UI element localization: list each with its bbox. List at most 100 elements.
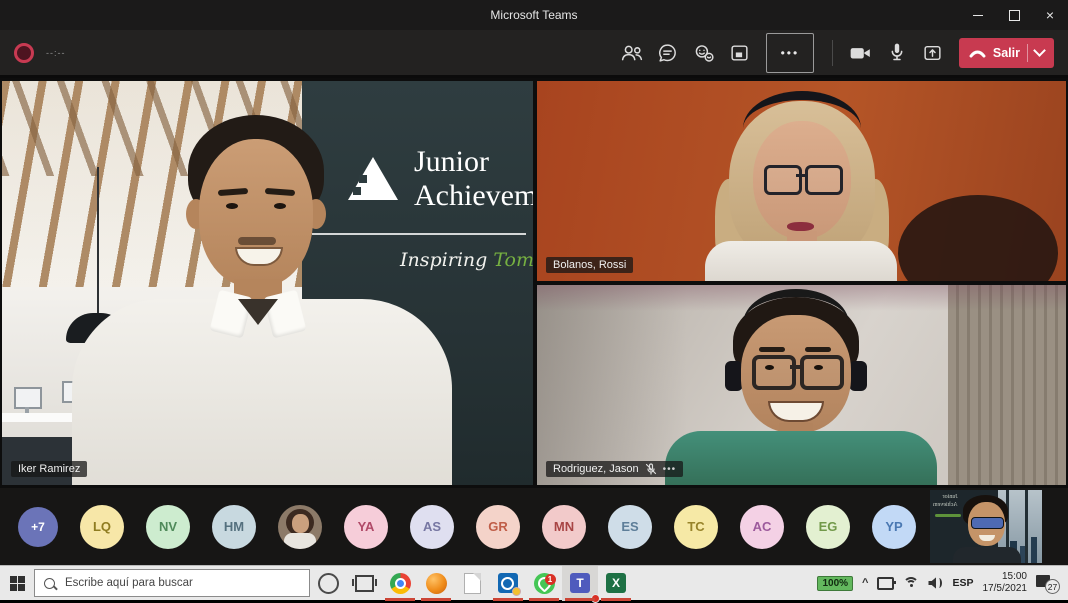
participant-name-tag: Rodriguez, Jason ••• (546, 461, 683, 477)
wifi-icon[interactable] (903, 577, 919, 589)
video-stage: Junior Achievement Inspiring Tomorrow Ik… (0, 78, 1068, 488)
mirrored-tagline-mark (935, 514, 961, 517)
search-icon (44, 578, 55, 589)
recording-indicator-icon (14, 43, 34, 63)
maximize-button[interactable] (996, 0, 1032, 30)
window-mullion (1025, 490, 1028, 563)
leave-call-divider (1027, 44, 1028, 62)
banner-tagline: Inspiring Tomorrow (400, 249, 533, 271)
popout-window-button[interactable] (722, 35, 758, 71)
participant-avatar[interactable]: AC (740, 505, 784, 549)
chevron-down-icon[interactable] (1033, 44, 1046, 57)
person-eye (226, 203, 238, 209)
whatsapp-icon: 1 (534, 573, 555, 594)
tray-time: 15:00 (1002, 571, 1027, 582)
leave-call-label: Salir (993, 46, 1020, 60)
tile-more-icon[interactable]: ••• (663, 464, 677, 475)
microphone-icon (887, 42, 907, 63)
microphone-button[interactable] (879, 35, 915, 71)
person-shirt (953, 547, 1021, 563)
taskbar-teams[interactable]: T (562, 566, 598, 601)
share-screen-icon (922, 43, 943, 63)
participant-avatar[interactable]: YA (344, 505, 388, 549)
participants-icon (621, 43, 643, 63)
office-chair (898, 195, 1058, 281)
taskbar-search[interactable] (34, 569, 310, 597)
tagline-white: Inspiring (400, 249, 493, 271)
chrome-icon (390, 573, 411, 594)
outlook-icon (498, 573, 518, 593)
action-center-button[interactable]: 27 (1036, 573, 1058, 593)
overflow-participants-badge[interactable]: +7 (18, 507, 58, 547)
participant-avatar[interactable]: NV (146, 505, 190, 549)
glasses-lens (800, 355, 844, 390)
glasses-bridge (796, 174, 806, 177)
whatsapp-badge: 1 (545, 574, 556, 585)
participant-name-tag: Iker Ramirez (11, 461, 87, 477)
task-view-button[interactable] (346, 566, 382, 601)
share-screen-button[interactable] (915, 35, 951, 71)
chat-button[interactable] (650, 35, 686, 71)
start-button[interactable] (0, 566, 34, 600)
logo-notch (353, 187, 361, 195)
camera-button[interactable] (843, 35, 879, 71)
participant-avatar[interactable]: ES (608, 505, 652, 549)
leave-call-button[interactable]: Salir (959, 38, 1054, 68)
taskbar-excel[interactable]: X (598, 566, 634, 601)
participant-avatar[interactable]: TC (674, 505, 718, 549)
cortana-button[interactable] (310, 566, 346, 601)
power-icon[interactable] (877, 577, 894, 590)
person-shirt (665, 431, 937, 485)
taskbar-firefox[interactable] (418, 566, 454, 601)
minimize-button[interactable] (960, 0, 996, 30)
volume-icon[interactable] (928, 577, 943, 589)
window-title: Microsoft Teams (0, 8, 1068, 22)
participant-name-tag: Bolanos, Rossi (546, 257, 633, 273)
person-shirt (72, 299, 452, 485)
more-actions-button[interactable]: ••• (766, 33, 814, 73)
banner-divider (312, 233, 526, 235)
participant-avatar-photo[interactable] (278, 505, 322, 549)
search-input[interactable] (63, 576, 300, 590)
glasses-lens (764, 165, 802, 195)
mirrored-line: Achievem (933, 501, 958, 509)
mic-muted-icon (645, 463, 657, 475)
app-running-indicator (385, 598, 415, 601)
video-tile-iker[interactable]: Junior Achievement Inspiring Tomorrow Ik… (2, 81, 533, 485)
video-tile-jason[interactable]: Rodriguez, Jason ••• (537, 285, 1066, 485)
taskbar-outlook[interactable] (490, 566, 526, 601)
tray-date: 17/5/2021 (983, 583, 1028, 594)
hidden-icons-chevron[interactable]: ^ (862, 577, 868, 589)
participant-avatar[interactable]: AS (410, 505, 454, 549)
participant-avatar[interactable]: YP (872, 505, 916, 549)
person-eye (814, 365, 823, 370)
windows-taskbar: 1 T X 100% ^ ESP 15:00 17/5/2021 27 (0, 565, 1068, 600)
battery-indicator[interactable]: 100% (817, 576, 853, 591)
notification-badge: 27 (1045, 579, 1060, 594)
banner-text-junior: Junior (414, 147, 489, 177)
banner-text-achievement: Achievement (414, 181, 533, 211)
toolbar-actions: ••• Salir (614, 33, 1054, 73)
avatar-face (292, 514, 309, 533)
taskbar-document[interactable] (454, 566, 490, 601)
close-button[interactable]: × (1032, 0, 1068, 30)
app-running-indicator (493, 598, 523, 601)
maximize-icon (1009, 10, 1020, 21)
participant-avatar[interactable]: HM (212, 505, 256, 549)
taskbar-chrome[interactable] (382, 566, 418, 601)
taskbar-whatsapp[interactable]: 1 (526, 566, 562, 601)
participant-avatar[interactable]: MN (542, 505, 586, 549)
participant-avatar[interactable]: EG (806, 505, 850, 549)
participants-button[interactable] (614, 35, 650, 71)
self-view-tile[interactable]: Junior Achievem (930, 490, 1042, 563)
clock[interactable]: 15:00 17/5/2021 (983, 571, 1028, 596)
reactions-button[interactable] (686, 35, 722, 71)
tagline-green: Tomorrow (493, 249, 533, 271)
video-tile-rossi[interactable]: Bolanos, Rossi (537, 81, 1066, 281)
glasses-lens (752, 355, 796, 390)
meeting-toolbar: --:-- ••• Salir (0, 30, 1068, 78)
participant-avatar[interactable]: GR (476, 505, 520, 549)
language-indicator[interactable]: ESP (952, 577, 973, 589)
participant-avatar[interactable]: LQ (80, 505, 124, 549)
participant-name: Rodriguez, Jason (553, 463, 639, 475)
